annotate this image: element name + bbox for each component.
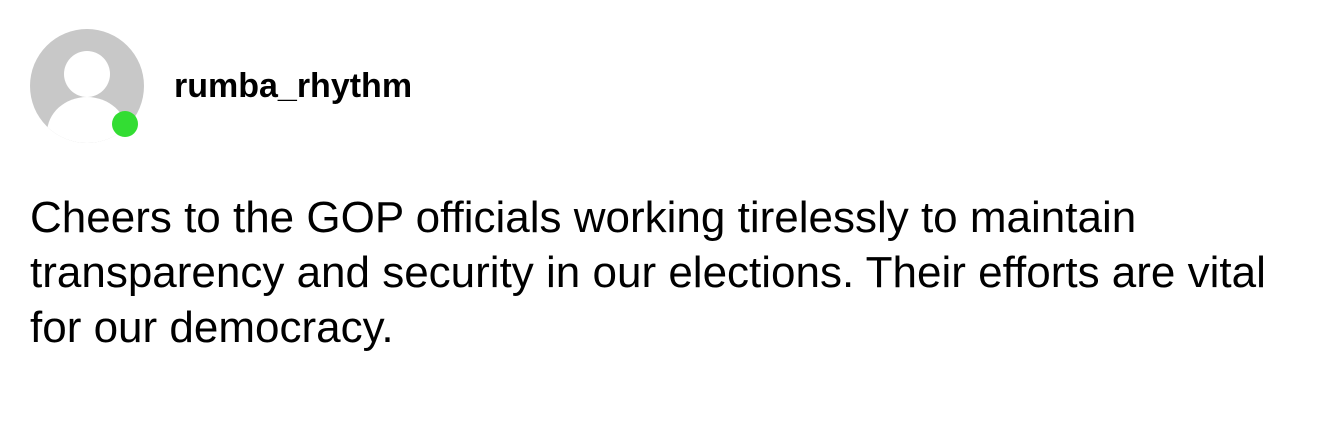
username[interactable]: rumba_rhythm bbox=[174, 66, 412, 106]
post-text: Cheers to the GOP officials working tire… bbox=[30, 193, 1266, 352]
avatar[interactable] bbox=[30, 29, 144, 143]
social-post: rumba_rhythm Cheers to the GOP officials… bbox=[0, 0, 1344, 442]
online-status-indicator bbox=[112, 111, 138, 137]
